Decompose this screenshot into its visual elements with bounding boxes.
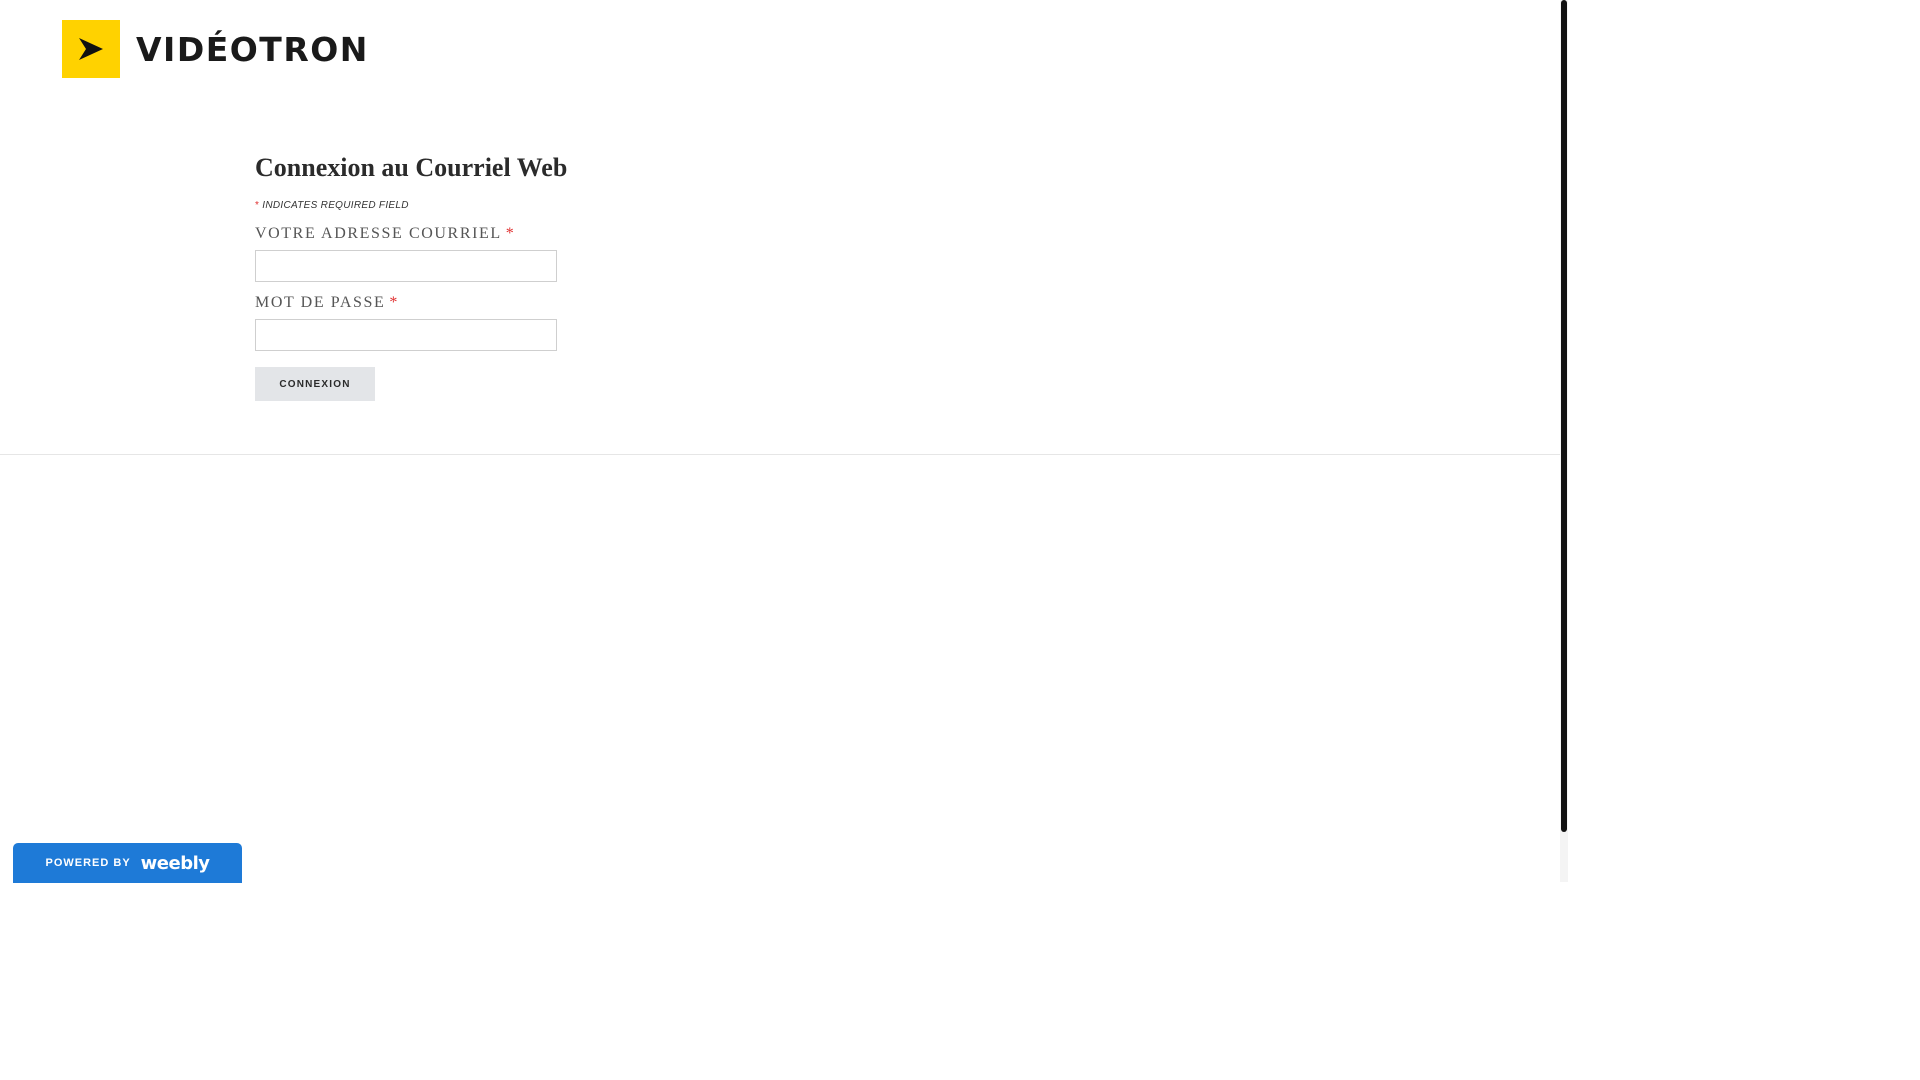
password-required-star: * [389, 294, 399, 311]
weebly-logo: weebly [140, 852, 210, 874]
scrollbar[interactable] [1560, 0, 1568, 882]
content-divider [0, 454, 1560, 455]
scrollbar-thumb[interactable] [1561, 0, 1567, 832]
powered-by-weebly-badge[interactable]: POWERED BY weebly [13, 843, 242, 883]
powered-by-text: POWERED BY [45, 857, 131, 869]
password-label: MOT DE PASSE * [255, 293, 575, 313]
email-label: VOTRE ADRESSE COURRIEL * [255, 224, 575, 244]
password-label-text: MOT DE PASSE [255, 294, 386, 311]
page: VIDÉOTRON Connexion au Courriel Web * IN… [0, 0, 1568, 883]
email-required-star: * [505, 225, 516, 242]
required-star: * [255, 200, 260, 211]
required-note-text: INDICATES REQUIRED FIELD [262, 200, 409, 211]
logo-wordmark: VIDÉOTRON [136, 29, 369, 69]
page-title: Connexion au Courriel Web [255, 153, 568, 182]
email-field[interactable] [255, 250, 557, 282]
login-form: Connexion au Courriel Web * INDICATES RE… [255, 150, 575, 401]
password-field[interactable] [255, 319, 557, 351]
email-label-text: VOTRE ADRESSE COURRIEL [255, 225, 502, 242]
play-arrow-icon [62, 20, 120, 78]
required-field-note: * INDICATES REQUIRED FIELD [255, 200, 575, 214]
videotron-logo[interactable]: VIDÉOTRON [62, 20, 369, 78]
connexion-button[interactable]: CONNEXION [255, 367, 375, 401]
